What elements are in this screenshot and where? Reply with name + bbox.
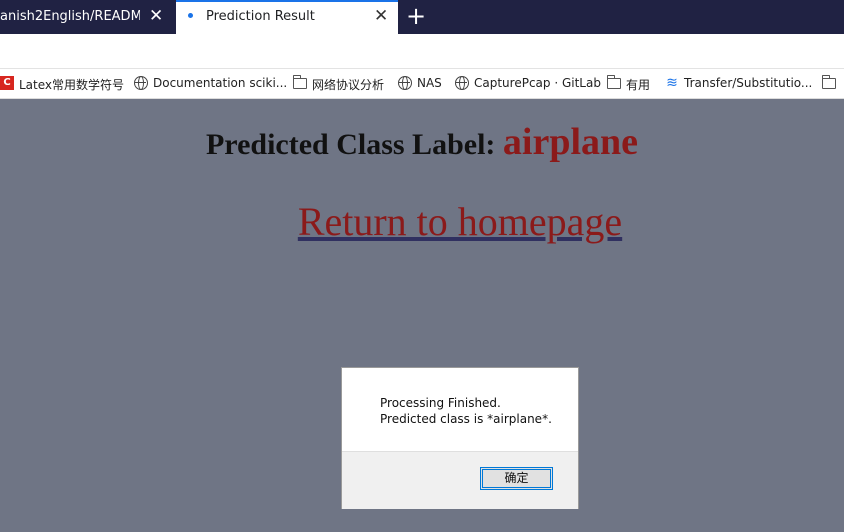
- bookmarks-bar: C Latex常用数学符号 Documentation sciki... 网络协…: [0, 69, 844, 99]
- bookmark-label: CapturePcap · GitLab: [474, 76, 601, 90]
- tab-strip: anish2English/README.md ✕ Prediction Res…: [0, 0, 844, 34]
- plus-icon[interactable]: +: [406, 3, 426, 29]
- close-tab-icon[interactable]: ✕: [149, 7, 163, 25]
- bookmark-label: 有用: [626, 78, 651, 92]
- heading-prefix: Predicted Class Label:: [205, 128, 496, 161]
- globe-icon: [134, 76, 148, 90]
- page-title: Predicted Class Label: airplane: [0, 120, 844, 164]
- bookmark-label: Transfer/Substitutio...: [684, 76, 813, 90]
- predicted-class: airplane: [502, 121, 639, 163]
- swirl-icon: ≋: [666, 75, 678, 91]
- close-tab-icon[interactable]: ✕: [374, 7, 388, 25]
- alert-dialog: Processing Finished. Predicted class is …: [341, 367, 579, 509]
- bookmark-label: NAS: [417, 76, 442, 90]
- tab-readme[interactable]: anish2English/README.md ✕: [0, 0, 175, 34]
- return-home-link[interactable]: Return to homepage: [0, 198, 844, 245]
- globe-icon: [398, 76, 412, 90]
- folder-icon: [607, 75, 621, 89]
- csdn-icon: C: [0, 76, 14, 90]
- bookmark-label: Latex常用数学符号: [19, 78, 125, 92]
- tab-title: anish2English/README.md: [0, 9, 140, 24]
- folder-icon: [822, 75, 836, 89]
- folder-icon: [293, 75, 307, 89]
- ok-button[interactable]: 确定: [480, 467, 553, 490]
- tab-title: Prediction Result: [206, 9, 315, 24]
- tab-prediction-result[interactable]: Prediction Result ✕: [176, 0, 398, 34]
- dialog-footer: 确定: [342, 451, 578, 509]
- bookmark-label: 网络协议分析: [312, 78, 385, 92]
- dialog-message: Processing Finished. Predicted class is …: [380, 395, 552, 427]
- globe-icon: [455, 76, 469, 90]
- dialog-line-2: Predicted class is *airplane*.: [380, 412, 552, 426]
- loading-dot-icon: [188, 13, 193, 18]
- address-bar[interactable]: [0, 34, 844, 69]
- dialog-line-1: Processing Finished.: [380, 396, 501, 410]
- bookmark-label: Documentation sciki...: [153, 76, 288, 90]
